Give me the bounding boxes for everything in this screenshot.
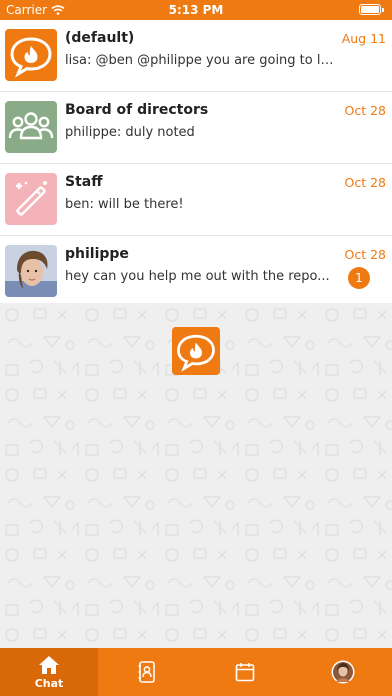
chat-preview: hey can you help me out with the repo... — [65, 269, 330, 284]
chat-date: Oct 28 — [344, 103, 387, 118]
tab-profile[interactable] — [294, 648, 392, 696]
group-icon — [5, 101, 57, 153]
chat-background — [0, 303, 392, 648]
user-photo — [5, 245, 57, 297]
app-logo-icon — [172, 327, 220, 375]
chat-row-default[interactable]: (default) lisa: @ben @philippe you are g… — [0, 20, 392, 92]
magic-wand-icon — [5, 173, 57, 225]
chat-preview: philippe: duly noted — [65, 125, 195, 140]
chat-logo-icon — [5, 29, 57, 81]
profile-avatar — [331, 660, 355, 684]
chat-preview: ben: will be there! — [65, 197, 184, 212]
chat-name: philippe — [65, 246, 129, 262]
chat-name: Board of directors — [65, 102, 209, 118]
chat-list: (default) lisa: @ben @philippe you are g… — [0, 20, 392, 307]
chat-date: Aug 11 — [341, 31, 386, 46]
calendar-icon — [235, 663, 255, 682]
chat-row-board-of-directors[interactable]: Board of directors philippe: duly noted … — [0, 92, 392, 164]
tab-chat-label: Chat — [34, 676, 64, 690]
chat-row-philippe[interactable]: philippe hey can you help me out with th… — [0, 236, 392, 307]
chat-preview: lisa: @ben @philippe you are going to li… — [65, 53, 335, 68]
unread-badge: 1 — [348, 267, 370, 289]
chat-date: Oct 28 — [344, 175, 387, 190]
chat-name: (default) — [65, 30, 135, 46]
tab-bar: Chat — [0, 648, 392, 696]
chat-row-staff[interactable]: Staff ben: will be there! Oct 28 — [0, 164, 392, 236]
status-time: 5:13 PM — [168, 3, 224, 17]
tab-contacts[interactable] — [98, 648, 196, 696]
contacts-icon — [138, 661, 155, 683]
tab-calendar[interactable] — [196, 648, 294, 696]
status-bar: Carrier 5:13 PM — [0, 0, 392, 20]
chat-date: Oct 28 — [344, 247, 387, 262]
home-icon — [39, 655, 59, 674]
tab-chat[interactable]: Chat — [0, 648, 98, 696]
battery-icon — [359, 4, 384, 15]
chat-name: Staff — [65, 174, 103, 190]
